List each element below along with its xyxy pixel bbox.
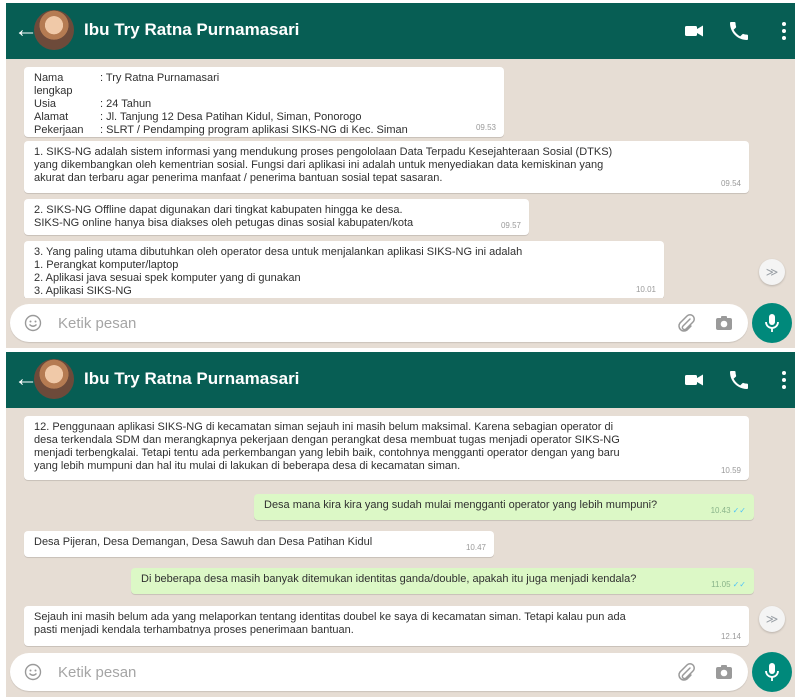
- message-text: 12. Penggunaan aplikasi SIKS-NG di kecam…: [34, 421, 620, 472]
- message-time: 12.14: [720, 632, 741, 641]
- read-receipt-icon: ✓✓: [732, 506, 746, 515]
- message-text: 2. SIKS-NG Offline dapat digunakan dari …: [34, 204, 414, 229]
- emoji-icon[interactable]: [24, 314, 42, 332]
- message-incoming[interactable]: 3. Yang paling utama dibutuhkan oleh ope…: [24, 241, 664, 298]
- message-incoming[interactable]: Desa Pijeran, Desa Demangan, Desa Sawuh …: [24, 531, 494, 557]
- message-time-value: 11.05: [711, 580, 731, 589]
- scroll-down-icon[interactable]: ≫: [759, 606, 785, 632]
- video-call-icon[interactable]: [682, 19, 706, 43]
- input-bar: Ketik pesan: [6, 647, 795, 697]
- profile-value: : Jl. Tanjung 12 Desa Patihan Kidul, Sim…: [100, 111, 362, 123]
- message-outgoing[interactable]: Desa mana kira kira yang sudah mulai men…: [254, 494, 754, 520]
- message-incoming[interactable]: Sejauh ini masih belum ada yang melapork…: [24, 606, 749, 646]
- emoji-icon[interactable]: [24, 663, 42, 681]
- profile-value: : 24 Tahun: [100, 98, 152, 110]
- profile-row: Usia : 24 Tahun: [34, 98, 494, 111]
- voice-call-icon[interactable]: [727, 368, 751, 392]
- input-placeholder: Ketik pesan: [58, 664, 137, 681]
- mic-icon: [765, 663, 779, 681]
- more-options-icon[interactable]: [772, 368, 795, 392]
- message-incoming[interactable]: 12. Penggunaan aplikasi SIKS-NG di kecam…: [24, 416, 749, 480]
- message-time: 10.47: [465, 543, 486, 552]
- message-text: 3. Yang paling utama dibutuhkan oleh ope…: [34, 246, 523, 297]
- attach-icon[interactable]: [676, 313, 696, 333]
- message-text: Desa Pijeran, Desa Demangan, Desa Sawuh …: [34, 536, 373, 548]
- contact-name[interactable]: Ibu Try Ratna Purnamasari: [84, 369, 299, 389]
- more-options-icon[interactable]: [772, 19, 795, 43]
- message-time: 10.01: [635, 285, 656, 294]
- message-list[interactable]: 12. Penggunaan aplikasi SIKS-NG di kecam…: [6, 408, 795, 647]
- profile-row: Pekerjaan : SLRT / Pendamping program apl…: [34, 124, 494, 137]
- contact-name[interactable]: Ibu Try Ratna Purnamasari: [84, 20, 299, 40]
- avatar[interactable]: [34, 359, 74, 399]
- chat-screenshot-1: ← Ibu Try Ratna Purnamasari Nama lengkap…: [6, 3, 795, 348]
- message-time: 10.59: [720, 466, 741, 475]
- profile-value: : Try Ratna Purnamasari: [100, 72, 220, 84]
- scroll-down-icon[interactable]: ≫: [759, 259, 785, 285]
- profile-key: Pekerjaan: [34, 124, 84, 136]
- read-receipt-icon: ✓✓: [732, 580, 746, 589]
- chat-header: ← Ibu Try Ratna Purnamasari: [6, 3, 795, 59]
- voice-call-icon[interactable]: [727, 19, 751, 43]
- input-bar: Ketik pesan: [6, 298, 795, 348]
- message-time-value: 10.43: [710, 506, 731, 515]
- message-time: 09.57: [500, 221, 521, 230]
- message-time: 09.54: [720, 179, 741, 188]
- message-time: 10.43 ✓✓: [711, 504, 746, 517]
- mic-button[interactable]: [752, 652, 792, 692]
- message-list[interactable]: Nama lengkap : Try Ratna Purnamasari Usia…: [6, 59, 795, 298]
- input-placeholder: Ketik pesan: [58, 315, 137, 332]
- video-call-icon[interactable]: [682, 368, 706, 392]
- mic-button[interactable]: [752, 303, 792, 343]
- message-profile[interactable]: Nama lengkap : Try Ratna Purnamasari Usia…: [24, 67, 504, 137]
- message-input[interactable]: Ketik pesan: [10, 304, 748, 342]
- message-text: Desa mana kira kira yang sudah mulai men…: [264, 499, 658, 511]
- message-outgoing[interactable]: Di beberapa desa masih banyak ditemukan …: [131, 568, 754, 594]
- camera-icon[interactable]: [714, 313, 734, 333]
- profile-row: Nama lengkap : Try Ratna Purnamasari: [34, 72, 494, 98]
- message-text: 1. SIKS-NG adalah sistem informasi yang …: [34, 146, 613, 184]
- chat-header: ← Ibu Try Ratna Purnamasari: [6, 352, 795, 408]
- message-time: 09.53: [475, 123, 496, 132]
- chat-screenshot-2: ← Ibu Try Ratna Purnamasari 12. Pengguna…: [6, 352, 795, 697]
- profile-key: Usia: [34, 98, 57, 110]
- attach-icon[interactable]: [676, 662, 696, 682]
- message-incoming[interactable]: 2. SIKS-NG Offline dapat digunakan dari …: [24, 199, 529, 235]
- camera-icon[interactable]: [714, 662, 734, 682]
- profile-value: : SLRT / Pendamping program aplikasi SIK…: [100, 124, 408, 136]
- message-text: Sejauh ini masih belum ada yang melapork…: [34, 611, 626, 636]
- message-text: Di beberapa desa masih banyak ditemukan …: [141, 573, 637, 585]
- mic-icon: [765, 314, 779, 332]
- message-incoming[interactable]: 1. SIKS-NG adalah sistem informasi yang …: [24, 141, 749, 193]
- message-time: 11.05 ✓✓: [711, 578, 746, 591]
- profile-key: Alamat: [34, 111, 69, 123]
- message-input[interactable]: Ketik pesan: [10, 653, 748, 691]
- profile-row: Alamat : Jl. Tanjung 12 Desa Patihan Kidu…: [34, 111, 494, 124]
- avatar[interactable]: [34, 10, 74, 50]
- profile-key: Nama lengkap: [34, 72, 73, 97]
